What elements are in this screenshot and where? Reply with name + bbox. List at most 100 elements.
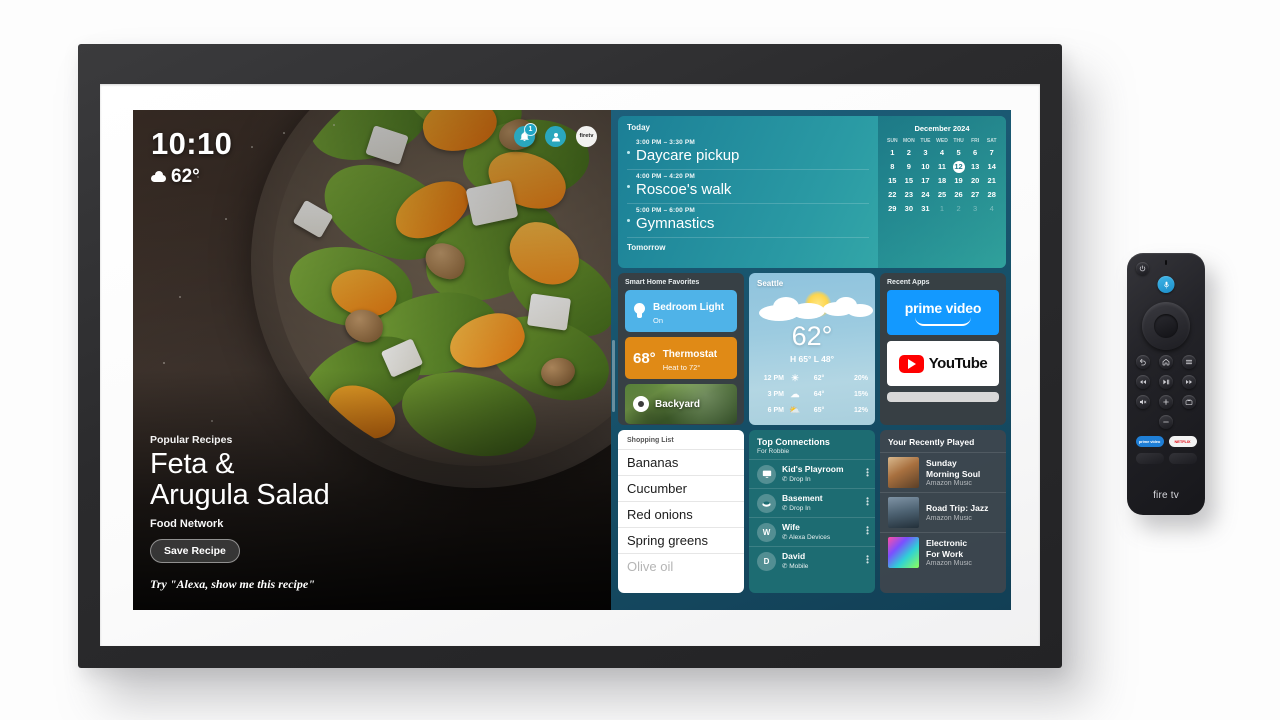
recipe-source-label: Food Network: [150, 518, 224, 530]
widget-scrollbar[interactable]: [612, 340, 615, 412]
calendar-day[interactable]: 4: [934, 146, 951, 159]
recipe-hero-panel[interactable]: 10:10 62° 1 firetv Popular Recipes Feta …: [133, 110, 611, 610]
calendar-day[interactable]: 29: [884, 202, 901, 215]
fast-forward-button[interactable]: [1182, 375, 1196, 389]
app-tile-prime-video[interactable]: prime video: [887, 290, 999, 335]
calendar-day[interactable]: 15: [901, 174, 918, 187]
shopping-list-card[interactable]: Shopping List Bananas Cucumber Red onions S…: [618, 430, 744, 593]
calendar-day[interactable]: 27: [967, 188, 984, 201]
shopping-list-item[interactable]: Cucumber: [618, 475, 744, 501]
calendar-day[interactable]: 20: [967, 174, 984, 187]
profile-avatar-icon[interactable]: [545, 126, 566, 147]
calendar-day[interactable]: 14: [983, 160, 1000, 173]
weather-current-temp: 62°: [791, 321, 833, 351]
connection-row[interactable]: W Wife ✆ Alexa Devices • • •: [749, 517, 875, 546]
app-tile-youtube[interactable]: YouTube: [887, 341, 999, 386]
rewind-button[interactable]: [1136, 375, 1150, 389]
home-button[interactable]: [1159, 355, 1173, 369]
recently-played-row[interactable]: Electronic For Work Amazon Music: [880, 532, 1006, 572]
smart-home-camera-tile[interactable]: Backyard: [625, 384, 737, 424]
calendar-day[interactable]: 3: [967, 202, 984, 215]
smart-home-light-tile[interactable]: Bedroom Light On: [625, 290, 737, 332]
calendar-day[interactable]: 23: [901, 188, 918, 201]
calendar-day[interactable]: 25: [934, 188, 951, 201]
smart-home-thermostat-tile[interactable]: 68° Thermostat Heat to 72°: [625, 337, 737, 379]
calendar-day[interactable]: 21: [983, 174, 1000, 187]
volume-down-button[interactable]: [1159, 415, 1173, 429]
overflow-menu-icon[interactable]: • • •: [866, 553, 869, 567]
calendar-day[interactable]: 22: [884, 188, 901, 201]
calendar-card[interactable]: Today 3:00 PM – 3:30 PM Daycare pickup 4…: [618, 116, 1006, 268]
recently-played-row[interactable]: Sunday Morning Soul Amazon Music: [880, 452, 1006, 492]
calendar-day[interactable]: 2: [901, 146, 918, 159]
mute-button[interactable]: [1136, 395, 1150, 409]
agenda-event[interactable]: 5:00 PM – 6:00 PM Gymnastics: [627, 204, 869, 238]
remote-prime-video-button[interactable]: prime video: [1135, 436, 1164, 447]
calendar-day[interactable]: 5: [950, 146, 967, 159]
calendar-day[interactable]: 31: [917, 202, 934, 215]
calendar-day[interactable]: 30: [901, 202, 918, 215]
calendar-day[interactable]: 24: [917, 188, 934, 201]
remote-netflix-button[interactable]: NETFLIX: [1168, 436, 1197, 447]
shopping-list-item[interactable]: Spring greens: [618, 527, 744, 553]
back-button[interactable]: [1136, 355, 1150, 369]
notification-bell-icon[interactable]: 1: [514, 123, 537, 147]
power-button[interactable]: [1136, 262, 1149, 275]
shopping-list-item[interactable]: Red onions: [618, 501, 744, 527]
calendar-day-grid[interactable]: 1 2 3 4 5 6 7 8 9 10 11 12 13 14 15 15 17 18 19 20 21 22 23 24 2…: [884, 146, 1000, 215]
calendar-day[interactable]: 19: [950, 174, 967, 187]
calendar-day[interactable]: 9: [901, 160, 918, 173]
smart-home-card[interactable]: Smart Home Favorites Bedroom Light On 68…: [618, 273, 744, 425]
volume-up-button[interactable]: [1159, 395, 1173, 409]
app-tile-partial[interactable]: [887, 392, 999, 402]
connection-row[interactable]: Kid's Playroom ✆ Drop In • • •: [749, 459, 875, 488]
overflow-menu-icon[interactable]: • • •: [866, 495, 869, 509]
track-name: Sunday: [926, 458, 957, 469]
calendar-dow: SUN: [887, 138, 898, 144]
overflow-menu-icon[interactable]: • • •: [866, 524, 869, 538]
calendar-day[interactable]: 4: [983, 202, 1000, 215]
calendar-day[interactable]: 11: [934, 160, 951, 173]
calendar-day[interactable]: 6: [967, 146, 984, 159]
calendar-day[interactable]: 15: [884, 174, 901, 187]
calendar-day[interactable]: 28: [983, 188, 1000, 201]
remote-app-button-4[interactable]: [1168, 453, 1197, 464]
recently-played-card[interactable]: Your Recently Played Sunday Morning Soul A…: [880, 430, 1006, 593]
overflow-menu-icon[interactable]: • • •: [866, 466, 869, 480]
top-connections-card[interactable]: Top Connections For Robbie Kid's Playroo…: [749, 430, 875, 593]
weather-card[interactable]: Seattle 62° H 65° L 48° 12 PM ☀ 62° 20% 3 PM…: [749, 273, 875, 425]
play-pause-button[interactable]: [1159, 375, 1173, 389]
save-recipe-button[interactable]: Save Recipe: [150, 539, 240, 563]
calendar-day[interactable]: 17: [917, 174, 934, 187]
calendar-day[interactable]: 26: [950, 188, 967, 201]
shopping-list-item[interactable]: Bananas: [618, 449, 744, 475]
calendar-day[interactable]: 7: [983, 146, 1000, 159]
connection-row[interactable]: Basement ✆ Drop In • • •: [749, 488, 875, 517]
agenda-event[interactable]: 4:00 PM – 4:20 PM Roscoe's walk: [627, 170, 869, 204]
guide-button[interactable]: [1182, 395, 1196, 409]
calendar-day[interactable]: 18: [934, 174, 951, 187]
dpad-ring[interactable]: [1142, 302, 1190, 350]
fire-tv-remote[interactable]: prime video NETFLIX fire tv: [1127, 253, 1205, 515]
calendar-dow: WED: [936, 138, 948, 144]
camera-name: Backyard: [655, 398, 701, 410]
calendar-day[interactable]: 10: [917, 160, 934, 173]
connection-row[interactable]: D David ✆ Mobile • • •: [749, 546, 875, 575]
remote-brand-text: fire tv: [1153, 490, 1179, 501]
agenda-event[interactable]: 3:00 PM – 3:30 PM Daycare pickup: [627, 136, 869, 170]
calendar-day-today[interactable]: 12: [950, 160, 967, 173]
calendar-day[interactable]: 1: [884, 146, 901, 159]
select-button[interactable]: [1154, 314, 1178, 338]
calendar-day[interactable]: 2: [950, 202, 967, 215]
calendar-day[interactable]: 1: [934, 202, 951, 215]
menu-button[interactable]: [1182, 355, 1196, 369]
calendar-day[interactable]: 8: [884, 160, 901, 173]
recently-played-row[interactable]: Road Trip: Jazz Amazon Music: [880, 492, 1006, 532]
calendar-day[interactable]: 3: [917, 146, 934, 159]
calendar-day[interactable]: 13: [967, 160, 984, 173]
shopping-list-item[interactable]: Olive oil: [618, 553, 744, 579]
voice-mic-button[interactable]: [1157, 276, 1175, 293]
month-calendar[interactable]: December 2024 SUN MON TUE WED THU FRI SA…: [878, 116, 1006, 268]
remote-app-button-3[interactable]: [1135, 453, 1164, 464]
recent-apps-card[interactable]: Recent Apps prime video YouTube: [880, 273, 1006, 425]
